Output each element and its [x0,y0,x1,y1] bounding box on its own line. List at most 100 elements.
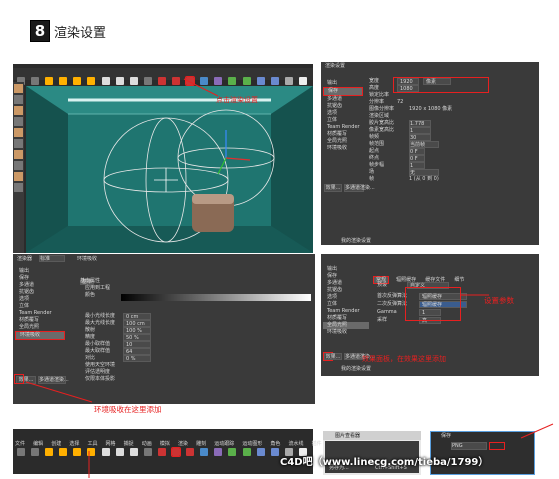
z-axis-icon[interactable] [129,448,138,456]
render-picture-icon[interactable] [172,77,181,85]
array-icon[interactable] [242,77,251,85]
coord-icon[interactable] [143,77,152,85]
sidebar-item[interactable]: 多通道 [323,280,369,287]
tool-icon-6[interactable] [14,139,23,148]
step-input[interactable]: 1 [409,162,425,169]
sidebar-item[interactable]: Team Render [323,124,363,131]
sidebar-item[interactable]: 选项 [15,296,65,303]
subdivision-icon[interactable] [228,448,237,456]
tool-icon-4[interactable] [14,117,23,126]
effects-button[interactable]: 效果... [324,184,342,192]
tool-icon-9[interactable] [14,172,23,181]
gi-multipass-button[interactable]: 多通道渲染... [344,353,375,360]
cube-icon[interactable] [200,448,209,456]
3d-viewport[interactable] [26,86,313,253]
sidebar-item[interactable]: 输出 [15,268,65,275]
sidebar-item[interactable]: 环境吸收 [323,145,363,152]
accuracy-input[interactable]: 50 % [123,334,151,341]
tool-icon-3[interactable] [14,106,23,115]
deformer-icon[interactable] [256,77,265,85]
y-axis-icon[interactable] [115,448,124,456]
start-input[interactable]: 0 F [409,148,425,155]
render-view-icon[interactable] [157,77,166,85]
select-icon[interactable] [45,77,54,85]
tool-icon-2[interactable] [14,95,23,104]
sidebar-item[interactable]: 输出 [323,80,363,87]
sidebar-item[interactable]: 材质覆写 [323,131,363,138]
dispersion-input[interactable]: 100 % [123,327,151,334]
sidebar-item[interactable]: 材质覆写 [323,315,369,322]
tool-icon-10[interactable] [14,183,23,192]
sidebar-item[interactable]: 抗锯齿 [15,289,65,296]
scale-icon[interactable] [73,77,82,85]
select-icon[interactable] [45,448,54,456]
sidebar-item[interactable]: 多通道 [323,96,363,103]
menu-item[interactable]: 插件 [312,441,322,447]
render-settings-icon[interactable] [186,448,195,456]
field-select[interactable]: 无 [409,169,439,176]
multipass-render-button[interactable]: 多通道渲染... [344,184,375,192]
renderer-select[interactable]: 标准 [39,255,65,262]
min-ray-input[interactable]: 0 cm [123,313,151,320]
sidebar-item[interactable]: 选项 [323,294,369,301]
end-input[interactable]: 0 F [409,155,425,162]
render-picture-icon[interactable] [171,447,182,457]
z-axis-icon[interactable] [129,77,138,85]
contrast-input[interactable]: 0 % [123,355,151,362]
sidebar-item[interactable]: Team Render [15,310,65,317]
sidebar-item-save[interactable]: 保存 [323,87,363,96]
tool-icon-8[interactable] [14,161,23,170]
sidebar-item[interactable]: 立体 [323,117,363,124]
tool-icon-1[interactable] [14,84,23,93]
framerate-input[interactable]: 30 [409,134,431,141]
move-icon[interactable] [59,448,68,456]
my-render-settings[interactable]: 我的渲染设置 [341,238,371,245]
max-ray-input[interactable]: 100 cm [123,320,151,327]
sidebar-item-ambient-occlusion[interactable]: 环境吸收 [15,331,65,340]
sidebar-item[interactable]: Team Render [323,308,369,315]
sidebar-item[interactable]: 环境吸收 [323,329,369,336]
max-samples-input[interactable]: 64 [123,348,151,355]
pixel-aspect-input[interactable]: 1 [409,127,431,134]
sidebar-item-global-illumination[interactable]: 全局光照 [323,322,369,329]
deformer-icon[interactable] [256,448,265,456]
sidebar-item[interactable]: 全局光照 [15,324,65,331]
format-select[interactable]: PNG [451,442,487,450]
x-axis-icon[interactable] [101,77,110,85]
redo-icon[interactable] [31,448,40,456]
sidebar-item[interactable]: 材质覆写 [15,317,65,324]
move-icon[interactable] [59,77,68,85]
scene-icon[interactable] [270,77,279,85]
subdivision-icon[interactable] [228,77,237,85]
min-samples-input[interactable]: 10 [123,341,151,348]
sidebar-item[interactable]: 输出 [323,266,369,273]
scene-icon[interactable] [270,448,279,456]
aspect-input[interactable]: 1.778 [409,120,431,127]
sidebar-item[interactable]: 保存 [15,275,65,282]
sidebar-item[interactable]: 多通道 [15,282,65,289]
tool-icon-7[interactable] [14,150,23,159]
x-axis-icon[interactable] [101,448,110,456]
pen-icon[interactable] [214,448,223,456]
redo-icon[interactable] [31,77,40,85]
sidebar-item[interactable]: 抗锯齿 [323,287,369,294]
y-axis-icon[interactable] [115,77,124,85]
sidebar-item[interactable]: 全局光照 [323,138,363,145]
rotate-icon[interactable] [87,77,96,85]
gi-effects-button[interactable]: 效果... [324,353,342,360]
render-view-icon[interactable] [157,448,166,456]
gi-my-render-settings[interactable]: 我的渲染设置 [341,366,371,373]
coord-icon[interactable] [143,448,152,456]
scale-icon[interactable] [73,448,82,456]
sidebar-item[interactable]: 保存 [323,273,369,280]
camera-icon[interactable] [284,77,293,85]
light-icon[interactable] [298,77,307,85]
sidebar-item[interactable]: 选项 [323,110,363,117]
sidebar-item[interactable]: 立体 [15,303,65,310]
sidebar-item[interactable]: 抗锯齿 [323,103,363,110]
frame-range-select[interactable]: 当前帧 [409,141,439,148]
sidebar-item[interactable]: 立体 [323,301,369,308]
array-icon[interactable] [242,448,251,456]
undo-icon[interactable] [17,448,25,456]
tool-icon-5[interactable] [14,128,23,137]
